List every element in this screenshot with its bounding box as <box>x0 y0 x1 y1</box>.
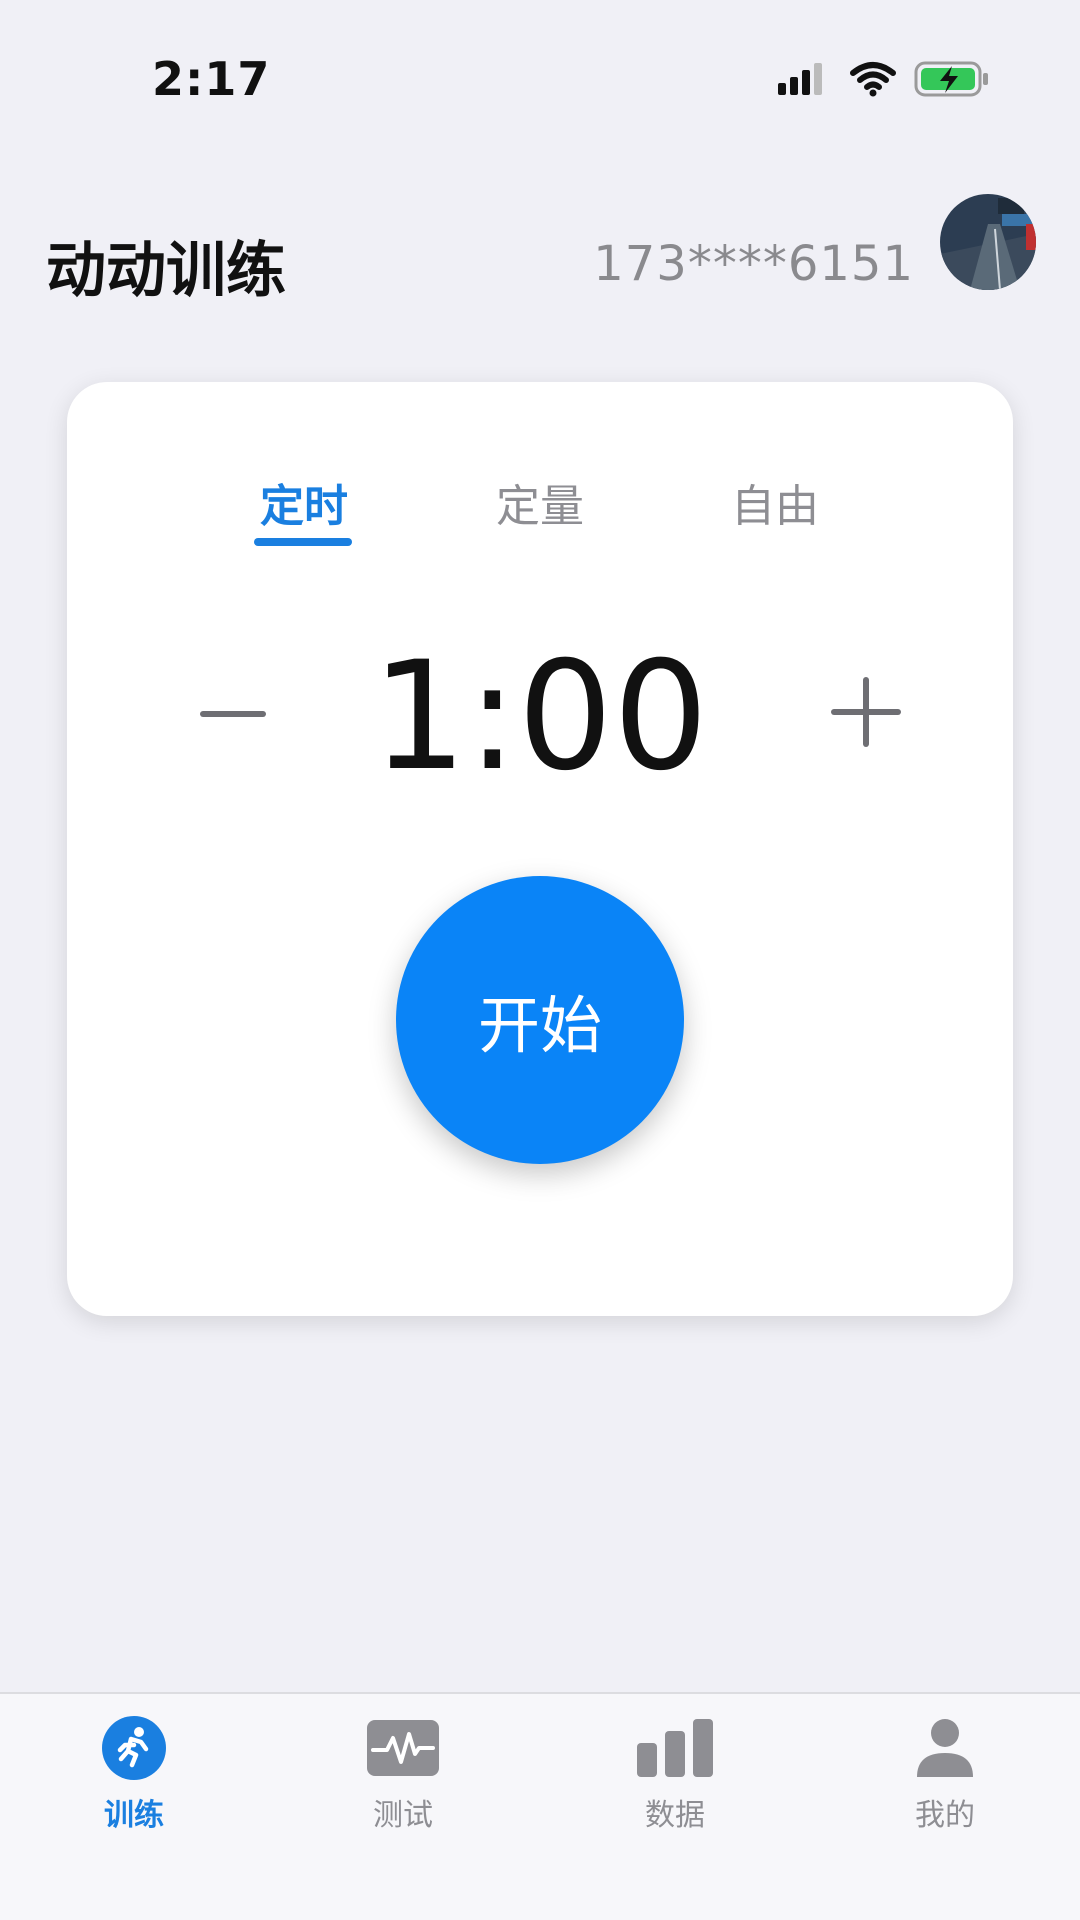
status-time: 2:17 <box>152 52 271 106</box>
plus-icon <box>831 677 901 747</box>
tabbar-item-data[interactable]: 数据 <box>605 1714 745 1844</box>
tab-label: 自由 <box>731 481 819 532</box>
tabbar-item-training[interactable]: 训练 <box>64 1714 204 1844</box>
tab-active-indicator <box>254 538 352 546</box>
wifi-icon <box>850 62 896 97</box>
signal-icon <box>778 63 822 95</box>
user-phone[interactable]: 173****6151 <box>593 236 914 292</box>
status-icons <box>778 60 990 98</box>
start-button[interactable]: 开始 <box>396 876 684 1164</box>
tab-label: 定量 <box>496 481 584 532</box>
tab-quantity[interactable]: 定量 <box>470 470 610 534</box>
bar-chart-icon <box>637 1719 713 1777</box>
tabbar-label: 数据 <box>645 1798 705 1833</box>
screen: 2:17 动动训练 173****6151 定时 定量 自由 1:00 开始 训… <box>0 0 1080 1920</box>
start-button-label: 开始 <box>477 989 602 1062</box>
training-card: 定时 定量 自由 1:00 开始 <box>67 382 1013 1316</box>
tabbar-label: 训练 <box>104 1798 164 1833</box>
tab-label: 定时 <box>260 481 348 532</box>
tabbar-label: 我的 <box>915 1798 975 1833</box>
run-icon <box>102 1716 166 1780</box>
pulse-icon <box>367 1720 439 1776</box>
person-icon <box>917 1719 973 1777</box>
page-title: 动动训练 <box>46 236 286 306</box>
tab-free[interactable]: 自由 <box>705 470 845 534</box>
tab-timed[interactable]: 定时 <box>234 470 374 546</box>
tabbar-label: 测试 <box>373 1798 433 1833</box>
tabbar-item-test[interactable]: 测试 <box>333 1714 473 1844</box>
increment-button[interactable] <box>816 662 916 762</box>
bottom-tab-bar: 训练 测试 数据 我的 <box>0 1692 1080 1920</box>
avatar[interactable] <box>940 194 1036 290</box>
mode-tabs: 定时 定量 自由 <box>67 470 1013 550</box>
tabbar-item-me[interactable]: 我的 <box>875 1714 1015 1844</box>
battery-charging-icon <box>914 61 988 97</box>
